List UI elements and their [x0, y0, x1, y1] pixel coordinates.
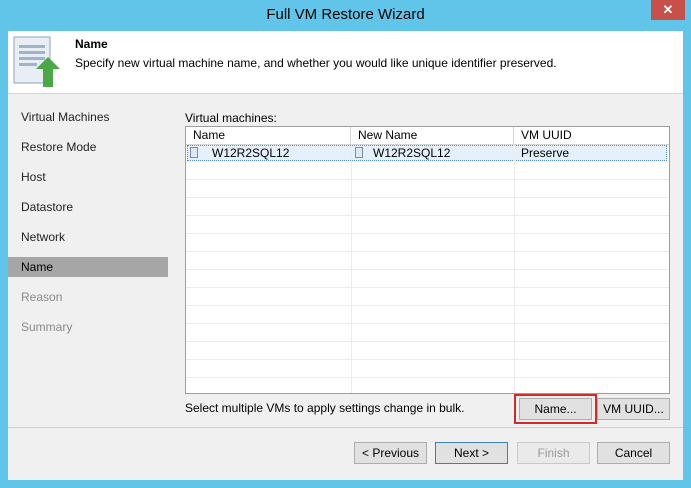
grid-divider	[186, 197, 669, 198]
next-button[interactable]: Next >	[435, 442, 508, 464]
nav-step-name[interactable]: Name	[8, 257, 168, 277]
name-button[interactable]: Name...	[519, 398, 592, 420]
grid-divider	[186, 215, 669, 216]
page-description: Specify new virtual machine name, and wh…	[75, 56, 557, 70]
grid-divider	[186, 233, 669, 234]
grid-divider	[186, 269, 669, 270]
cell-name: W12R2SQL12	[212, 146, 290, 160]
nav-step-network[interactable]: Network	[8, 227, 168, 247]
nav-step-virtual-machines[interactable]: Virtual Machines	[8, 107, 168, 127]
grid-divider	[186, 305, 669, 306]
nav-step-restore-mode[interactable]: Restore Mode	[8, 137, 168, 157]
column-header-name[interactable]: Name	[186, 127, 351, 144]
wizard-window: Full VM Restore Wizard ✕ Name Specify ne…	[0, 0, 691, 488]
nav-step-summary: Summary	[21, 320, 73, 334]
grid-header: Name New Name VM UUID	[186, 127, 669, 145]
finish-button: Finish	[517, 442, 590, 464]
vm-list-grid[interactable]: Name New Name VM UUID W12R2SQL12 W12R2SQ…	[185, 126, 670, 394]
vm-icon	[190, 147, 198, 158]
cell-new-name: W12R2SQL12	[373, 146, 451, 160]
nav-step-host[interactable]: Host	[8, 167, 168, 187]
wizard-footer: < Previous Next > Finish Cancel	[8, 427, 683, 480]
close-icon: ✕	[662, 2, 674, 17]
column-header-vm-uuid[interactable]: VM UUID	[514, 127, 668, 144]
wizard-steps-nav: Virtual Machines Restore Mode Host Datas…	[8, 94, 176, 427]
wizard-restore-icon	[13, 36, 60, 87]
cancel-button[interactable]: Cancel	[597, 442, 670, 464]
nav-step-datastore[interactable]: Datastore	[8, 197, 168, 217]
grid-divider	[186, 251, 669, 252]
table-row[interactable]: W12R2SQL12 W12R2SQL12 Preserve	[187, 145, 667, 161]
nav-step-reason: Reason	[21, 290, 63, 304]
bulk-hint-text: Select multiple VMs to apply settings ch…	[185, 401, 465, 415]
title-bar[interactable]: Full VM Restore Wizard ✕	[0, 0, 691, 31]
vm-uuid-button[interactable]: VM UUID...	[597, 398, 670, 420]
column-header-new-name[interactable]: New Name	[351, 127, 514, 144]
grid-divider	[186, 359, 669, 360]
cell-vm-uuid: Preserve	[521, 146, 570, 160]
grid-divider	[186, 323, 669, 324]
page-title: Name	[75, 37, 108, 51]
window-title: Full VM Restore Wizard	[266, 6, 425, 23]
previous-button[interactable]: < Previous	[354, 442, 427, 464]
wizard-client-area: Name Specify new virtual machine name, a…	[8, 31, 683, 480]
grid-divider	[186, 377, 669, 378]
grid-divider	[186, 287, 669, 288]
vm-icon	[355, 147, 363, 158]
step-content: Virtual machines: Name New Name VM UUID …	[185, 94, 675, 427]
grid-divider	[186, 179, 669, 180]
wizard-body: Virtual Machines Restore Mode Host Datas…	[8, 94, 683, 427]
wizard-header: Name Specify new virtual machine name, a…	[8, 31, 683, 94]
grid-divider	[186, 341, 669, 342]
close-button[interactable]: ✕	[651, 0, 685, 20]
virtual-machines-label: Virtual machines:	[185, 111, 277, 125]
